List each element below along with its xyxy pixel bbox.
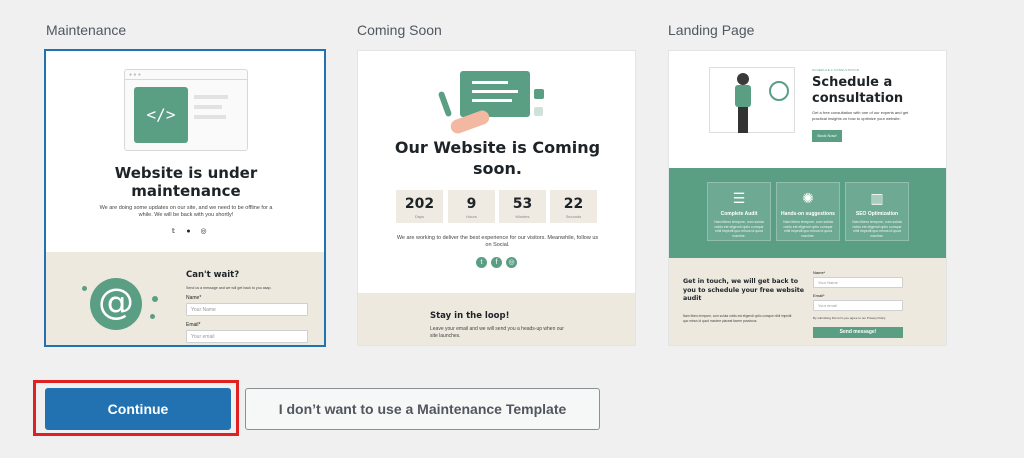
email-label: Email* — [186, 322, 201, 328]
form-title: Can't wait? — [186, 270, 240, 280]
consent-checkbox-label[interactable]: By submitting this form you agree to our… — [813, 315, 886, 322]
twitter-icon[interactable]: t — [476, 257, 487, 268]
email-label: Email* — [813, 293, 825, 298]
template-coming-soon-column: Coming Soon — [355, 20, 635, 42]
instagram-icon[interactable]: ◎ — [199, 227, 208, 236]
name-input[interactable]: Your Name — [813, 277, 903, 288]
email-input[interactable]: Your email — [813, 300, 903, 311]
code-icon: </> — [134, 87, 188, 143]
countdown-days: 202 Days — [396, 190, 443, 223]
lightbulb-icon: ✺ — [802, 190, 814, 206]
template-card-landing-page[interactable]: SCHEDULE A CONSULTATION Schedule a consu… — [668, 50, 947, 346]
decline-template-button[interactable]: I don’t want to use a Maintenance Templa… — [245, 388, 600, 430]
template-title-maintenance: Maintenance — [46, 22, 127, 38]
maintenance-form-section: @ Can't wait? Send us a message and we w… — [46, 252, 324, 345]
contact-section: Get in touch, we will get back to you to… — [669, 258, 946, 345]
countdown-seconds: 22 Seconds — [550, 190, 597, 223]
maintenance-heading: Website is under maintenance — [114, 164, 258, 200]
name-input[interactable]: Your Name — [186, 303, 308, 316]
countdown-minutes: 53 Minutes — [499, 190, 546, 223]
social-links: 𝕥 ● ◎ — [169, 227, 208, 236]
stay-in-loop-section: Stay in the loop! Leave your email and w… — [358, 293, 635, 345]
countdown-hours: 9 Hours — [448, 190, 495, 223]
website-window-illustration — [460, 71, 530, 117]
hero-kicker: SCHEDULE A CONSULTATION — [812, 68, 860, 72]
landing-text: Get a free consultation with one of our … — [812, 110, 909, 121]
contact-title: Get in touch, we will get back to you to… — [683, 278, 805, 302]
coming-soon-text: We are working to deliver the best exper… — [396, 235, 599, 248]
name-label: Name* — [186, 295, 202, 301]
feature-complete-audit: ☰ Complete Audit Nam libero tempore, cum… — [707, 182, 771, 241]
clipboard-icon: ☰ — [732, 190, 746, 206]
maintenance-text: We are doing some updates on our site, a… — [99, 205, 273, 218]
template-maintenance-column: Maintenance — [44, 20, 324, 42]
book-now-button[interactable]: Book Now! — [812, 130, 842, 142]
facebook-icon[interactable]: f — [491, 257, 502, 268]
feature-seo: ▥ SEO Optimization Nam libero tempore, c… — [845, 182, 909, 241]
instagram-icon[interactable]: ◎ — [506, 257, 517, 268]
template-title-landing-page: Landing Page — [668, 22, 755, 38]
twitter-icon[interactable]: 𝕥 — [169, 227, 178, 236]
facebook-icon[interactable]: ● — [184, 227, 193, 236]
template-title-coming-soon: Coming Soon — [357, 22, 442, 38]
template-landing-page-column: Landing Page — [666, 20, 946, 42]
feature-hands-on: ✺ Hands-on suggestions Nam libero tempor… — [776, 182, 840, 241]
name-label: Name* — [813, 270, 826, 275]
coming-soon-heading: Our Website is Coming soon. — [394, 138, 601, 178]
template-card-coming-soon[interactable]: Our Website is Coming soon. 202 Days 9 H… — [357, 50, 636, 346]
at-sign-icon: @ — [90, 278, 142, 330]
email-input[interactable]: Your email — [186, 330, 308, 343]
social-links: t f ◎ — [476, 257, 517, 268]
send-message-button[interactable]: Send message! — [813, 327, 903, 338]
stay-title: Stay in the loop! — [430, 311, 510, 321]
stay-text: Leave your email and we will send you a … — [430, 326, 564, 339]
template-card-maintenance[interactable]: ● ● ● </> Website is under maintenance W… — [44, 49, 326, 347]
landing-heading: Schedule a consultation — [812, 75, 904, 106]
continue-button[interactable]: Continue — [45, 388, 231, 430]
form-text: Send us a message and we will get back t… — [186, 286, 272, 290]
bar-chart-icon: ▥ — [870, 190, 884, 206]
contact-text: Nam libero tempore, cum soluta nobis est… — [683, 314, 792, 323]
